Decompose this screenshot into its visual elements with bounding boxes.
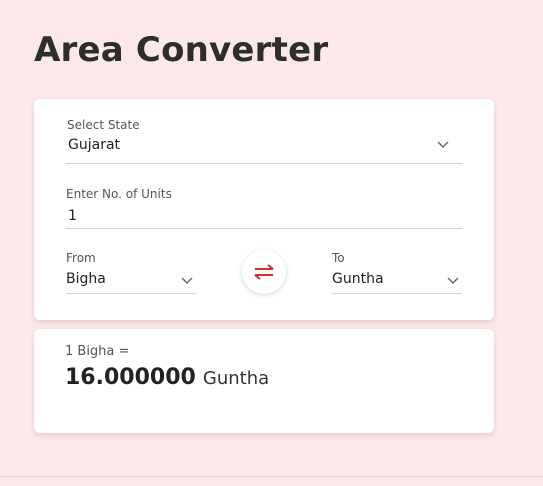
from-label: From <box>66 251 96 265</box>
units-underline <box>66 228 462 229</box>
to-value: Guntha <box>332 271 384 287</box>
divider <box>0 476 543 477</box>
to-underline <box>332 293 462 294</box>
result-card: 1 Bigha = 16.000000 Guntha <box>34 329 494 433</box>
page-title: Area Converter <box>34 30 329 70</box>
units-label: Enter No. of Units <box>66 187 172 201</box>
swap-units-button[interactable] <box>242 250 286 294</box>
from-underline <box>66 293 196 294</box>
chevron-down-icon <box>437 141 449 148</box>
result-unit: Guntha <box>202 368 270 389</box>
state-value: Gujarat <box>68 137 121 153</box>
state-underline <box>66 163 462 164</box>
chevron-down-icon <box>181 277 193 284</box>
from-value: Bigha <box>66 271 106 287</box>
chevron-down-icon <box>447 277 459 284</box>
converter-form-card: Select State Gujarat Enter No. of Units … <box>34 99 494 320</box>
to-label: To <box>332 251 345 265</box>
result-caption: 1 Bigha = <box>65 344 130 359</box>
units-value: 1 <box>68 208 77 224</box>
state-label: Select State <box>67 118 140 132</box>
swap-arrows-icon <box>254 264 274 280</box>
result-value: 16.000000 <box>65 365 196 390</box>
result-line: 16.000000 Guntha <box>65 365 269 390</box>
